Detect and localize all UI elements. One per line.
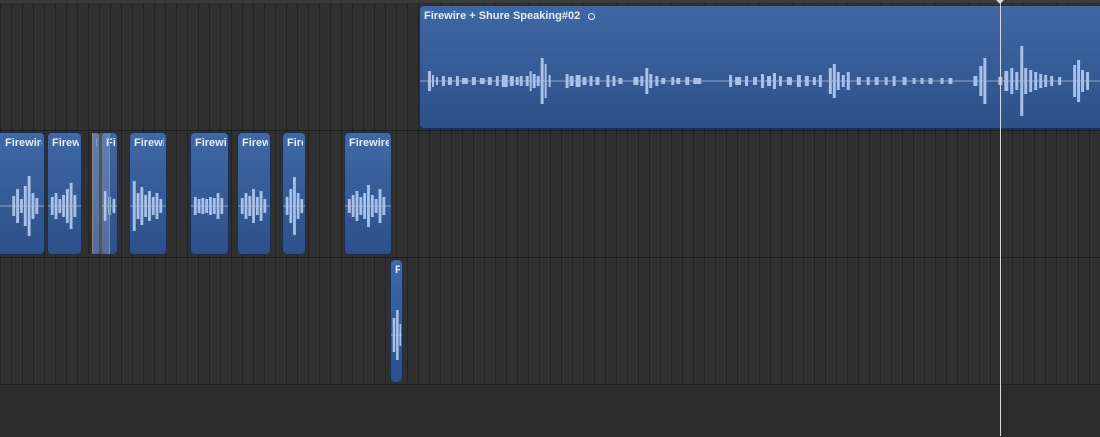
clip-title: Firew [52,137,79,149]
cross-dissolve-transition[interactable] [92,133,110,254]
waveform [345,185,391,227]
clip-title: Fire [287,137,303,149]
waveform [238,189,270,223]
clip-title: Firewire [349,137,389,149]
lane-divider [0,130,1100,131]
waveform [420,46,1100,116]
playhead[interactable] [1000,0,1001,436]
connected-audio-clip[interactable]: Firew [237,132,271,255]
connected-audio-clip[interactable]: Firewi [129,132,167,255]
connected-audio-clip[interactable]: Firewire [0,132,45,255]
waveform [191,193,228,219]
connected-audio-clip[interactable]: F [390,259,403,383]
clip-title: Firewi [134,137,164,149]
connected-audio-clip[interactable]: Firew [47,132,82,255]
waveform [130,181,166,231]
clip-title: Firewire + Shure Speaking#02 [424,10,1100,22]
waveform [0,176,44,236]
timeline-ruler[interactable] [0,0,1100,3]
connected-audio-clip[interactable]: Fire [282,132,306,255]
clip-title: F [395,264,400,276]
clip-title: Firew [242,137,268,149]
waveform [391,310,402,360]
waveform [48,183,81,229]
timeline-empty-area[interactable] [0,384,1100,437]
lane-divider [0,257,1100,258]
primary-audio-clip[interactable]: Firewire + Shure Speaking#02 [419,5,1100,129]
clip-title: Firewire [5,137,42,149]
clip-marker-icon[interactable] [588,13,596,20]
waveform [283,177,305,235]
clip-title: Firewi [195,137,226,149]
connected-audio-clip[interactable]: Firewi [190,132,229,255]
connected-audio-clip[interactable]: Firewire [344,132,392,255]
timeline-track-area[interactable]: Firewire + Shure Speaking#02 Firewir Fir… [0,0,1100,384]
clip-title-text: Firewire + Shure Speaking#02 [424,10,581,22]
